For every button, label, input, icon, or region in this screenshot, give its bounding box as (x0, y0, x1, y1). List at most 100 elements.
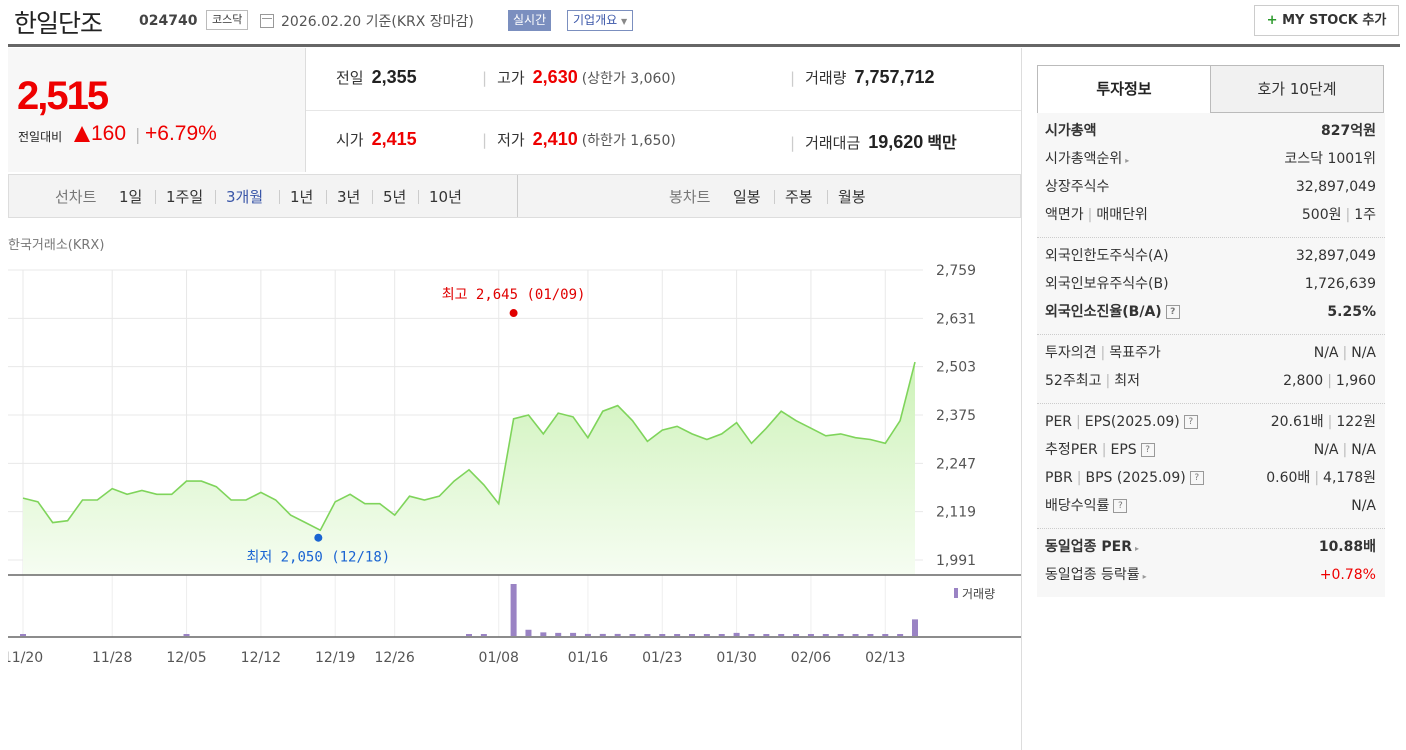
volume-bar (525, 629, 532, 636)
x-tick-label: 02/06 (791, 650, 831, 666)
sidebar-row-value: 2,800 | 1,960 (1283, 367, 1376, 395)
sidebar-section: 시가총액 827억원 시가총액순위 ▸ 코스닥 1001위 상장주식수 32,897,049… (1037, 113, 1385, 237)
realtime-button[interactable]: 실시간 (508, 10, 552, 31)
min-marker (314, 533, 323, 542)
candle-monthly[interactable]: 월봉 (838, 186, 866, 207)
x-tick-label: 01/30 (716, 650, 756, 666)
sidebar-section: 동일업종 PER ▸ 10.88배동일업종 등락률 ▸ +0.78% (1037, 528, 1385, 597)
header-divider (8, 44, 1400, 47)
period-separator (418, 190, 419, 204)
row-value-text: N/A (1351, 345, 1376, 361)
volume-bar (837, 634, 844, 636)
row-label-text: 배당수익률 (1045, 498, 1110, 514)
row-value-text: 20.61배 (1270, 414, 1324, 430)
period-3y[interactable]: 3년 (337, 186, 360, 207)
quote-separator: | (790, 69, 796, 87)
sidebar-row: 액면가 | 매매단위 500원 | 1주 (1045, 201, 1376, 229)
volume-bar (763, 634, 770, 636)
help-icon[interactable]: ? (1183, 415, 1198, 429)
period-1d[interactable]: 1일 (119, 186, 142, 207)
low-label: 저가 (497, 131, 525, 149)
volume-value: 7,757,712 (854, 67, 935, 87)
help-icon[interactable]: ? (1140, 443, 1155, 457)
value-separator: | (1342, 442, 1348, 458)
sidebar-row-value: 0.60배 | 4,178원 (1266, 464, 1376, 492)
change-amount: 160 (91, 122, 127, 145)
sidebar-row-value: 32,897,049 (1296, 242, 1376, 270)
x-tick-label: 02/13 (865, 650, 905, 666)
tab-quote-10[interactable]: 호가 10단계 (1210, 65, 1384, 113)
company-info-button[interactable]: 기업개요 ▼ (567, 10, 634, 31)
open-value: 2,415 (371, 129, 417, 149)
row-label-text: EPS (1110, 442, 1137, 458)
quote-row-divider (306, 110, 1021, 111)
volume-bar (480, 634, 487, 636)
label-separator: | (1101, 442, 1107, 458)
volume-bar (466, 634, 472, 636)
y-tick-label: 2,375 (936, 408, 976, 424)
volume-bar (659, 634, 666, 636)
row-label-text: 시가총액 (1045, 123, 1097, 139)
help-icon[interactable]: ? (1165, 305, 1180, 319)
sidebar-sections: 시가총액 827억원 시가총액순위 ▸ 코스닥 1001위 상장주식수 32,897,049… (1037, 113, 1385, 597)
sidebar-section: 투자의견 | 목표주가 N/A | N/A 52주최고 | 최저 2,800 | 1,960 (1037, 334, 1385, 403)
add-mystock-button[interactable]: + MY STOCK 추가 (1254, 5, 1399, 36)
help-icon[interactable]: ? (1113, 499, 1128, 513)
volume-legend-label: 거래량 (962, 587, 995, 601)
base-date: 2026.02.20 기준(KRX 장마감) (281, 14, 474, 30)
help-icon[interactable]: ? (1189, 471, 1204, 485)
amount-unit: 백만 (927, 133, 957, 152)
sidebar-row: 외국인보유주식수(B) 1,726,639 (1045, 270, 1376, 298)
y-tick-label: 2,759 (936, 263, 976, 279)
quote-amount: | 거래대금 19,620 백만 (790, 129, 957, 153)
plus-icon: + (1266, 13, 1278, 28)
period-5y[interactable]: 5년 (383, 186, 406, 207)
row-label-text: 동일업종 PER (1045, 539, 1132, 555)
quote-separator: | (482, 69, 488, 87)
period-separator (326, 190, 327, 204)
prev-label: 전일 (336, 69, 364, 87)
lower-limit: (하한가 1,650) (581, 133, 676, 149)
volume-bar (614, 633, 621, 636)
period-separator (279, 190, 280, 204)
sidebar-row-label[interactable]: 동일업종 등락률 ▸ (1045, 561, 1147, 591)
stock-header: 한일단조 024740 코스닥 2026.02.20 기준(KRX 장마감) 실… (0, 0, 1406, 44)
period-1y[interactable]: 1년 (290, 186, 313, 207)
candle-daily[interactable]: 일봉 (733, 186, 761, 207)
period-3m[interactable]: 3개월 (226, 186, 263, 207)
label-separator: | (1087, 207, 1093, 223)
volume-bar (852, 634, 859, 636)
row-label-text: 52주최고 (1045, 373, 1102, 389)
volume-bar (912, 619, 918, 636)
sidebar-row: 투자의견 | 목표주가 N/A | N/A (1045, 339, 1376, 367)
row-value-text: 10.88배 (1318, 539, 1376, 555)
row-label-text: EPS(2025.09) (1084, 414, 1180, 430)
candle-weekly[interactable]: 주봉 (785, 186, 813, 207)
sidebar-row-label: 외국인보유주식수(B) (1045, 270, 1169, 298)
value-separator: | (1327, 414, 1333, 430)
volume-bar (778, 634, 785, 636)
tab-invest-info[interactable]: 투자정보 (1037, 65, 1211, 113)
period-1w[interactable]: 1주일 (166, 186, 203, 207)
row-value-text: N/A (1351, 442, 1376, 458)
volume-bar (882, 634, 889, 636)
sidebar-row-value: 코스닥 1001위 (1284, 145, 1376, 173)
row-label-text: PER (1045, 414, 1073, 430)
change-separator: | (135, 125, 141, 144)
sidebar-row-label: 외국인한도주식수(A) (1045, 242, 1169, 270)
sidebar-row-label[interactable]: 시가총액순위 ▸ (1045, 145, 1129, 175)
sidebar-row-label[interactable]: 동일업종 PER ▸ (1045, 533, 1139, 563)
x-tick-label: 12/05 (166, 650, 206, 666)
quote-open: 시가 2,415 (336, 129, 417, 150)
sidebar-section: PER | EPS(2025.09)? 20.61배 | 122원 추정PER | EPS? N/… (1037, 403, 1385, 528)
sidebar-row-value: +0.78% (1320, 561, 1376, 589)
period-10y[interactable]: 10년 (429, 186, 462, 207)
volume-legend-swatch (954, 588, 958, 598)
y-tick-label: 2,247 (936, 456, 976, 472)
row-label-text: 시가총액순위 (1045, 151, 1123, 167)
row-label-text: 외국인보유주식수(B) (1045, 276, 1169, 292)
y-tick-label: 2,503 (936, 360, 976, 376)
stock-code: 024740 (139, 13, 198, 29)
up-triangle-icon (74, 126, 90, 142)
period-separator (155, 190, 156, 204)
